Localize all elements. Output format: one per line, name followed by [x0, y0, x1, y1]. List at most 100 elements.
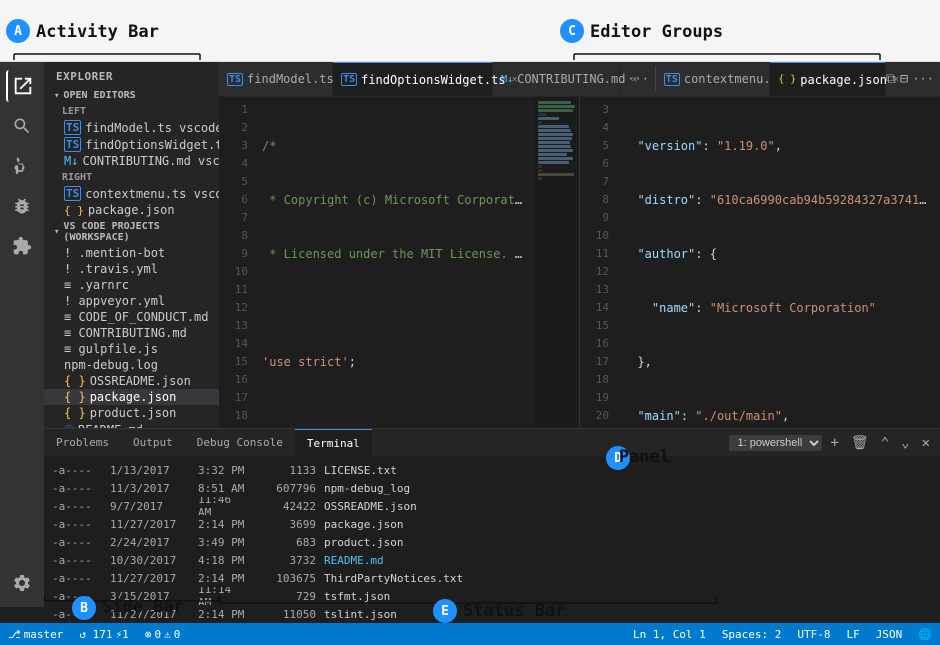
- ts-icon-findmodel: TS: [64, 120, 81, 135]
- branch-icon: ⎇: [8, 628, 21, 641]
- tab-contributing[interactable]: M↓ CONTRIBUTING.md ✕: [493, 62, 621, 96]
- panel-collapse-btn[interactable]: ⌃: [877, 433, 893, 453]
- status-errors[interactable]: ⊗ 0 ⚠ 0: [137, 623, 189, 645]
- branch-name: master: [24, 628, 64, 641]
- status-left: ⎇ master ↺ 171 ⚡1 ⊗ 0 ⚠ 0: [0, 623, 188, 645]
- globe-icon: 🌐: [918, 628, 932, 641]
- ws-mention-bot[interactable]: ! .mention-bot: [44, 245, 219, 261]
- ws-npmdebug[interactable]: npm-debug.log: [44, 357, 219, 373]
- left-tab-bar: TS findModel.ts ✕ TS findOptionsWidget.t…: [219, 62, 940, 97]
- json-icon-ossreadme: { }: [64, 374, 86, 388]
- findmodel-name: findModel.ts vscode/src/vs/...: [85, 121, 219, 135]
- status-line-ending[interactable]: LF: [839, 623, 868, 645]
- json-icon-package: { }: [64, 204, 84, 217]
- json-icon-product: { }: [64, 406, 86, 420]
- status-branch[interactable]: ⎇ master: [0, 623, 71, 645]
- ws-appveyor[interactable]: ! appveyor.yml: [44, 293, 219, 309]
- right-group-label: Right: [44, 169, 219, 185]
- left-group-label: Left: [44, 103, 219, 119]
- terminal-content[interactable]: -a---- 1/13/2017 3:32 PM 1133 LICENSE.tx…: [44, 457, 940, 623]
- open-editor-contributing[interactable]: M↓ CONTRIBUTING.md vscode: [44, 153, 219, 169]
- tab-contributing-close[interactable]: ✕: [629, 72, 639, 87]
- panel-tab-debugconsole[interactable]: Debug Console: [185, 429, 295, 456]
- codeofconduct-label: ≡ CODE_OF_CONDUCT.md: [64, 310, 209, 324]
- open-editor-findmodel[interactable]: TS findModel.ts vscode/src/vs/...: [44, 119, 219, 136]
- packagejson-name: package.json: [88, 203, 175, 217]
- ts-icon-tab-contextmenu: TS: [664, 73, 680, 86]
- toggle-panel-btn[interactable]: ⊟: [900, 71, 908, 87]
- ws-contributing-label: ≡ CONTRIBUTING.md: [64, 326, 187, 340]
- ws-packagejson-label: package.json: [90, 390, 177, 404]
- ws-ossreadme[interactable]: { } OSSREADME.json: [44, 373, 219, 389]
- sync-label: ↺ 171: [79, 628, 112, 641]
- ossreadme-label: OSSREADME.json: [90, 374, 191, 388]
- ws-travis[interactable]: ! .travis.yml: [44, 261, 219, 277]
- panel-trash-btn[interactable]: 🗑: [847, 433, 873, 453]
- tab-packagejson-label: package.json: [800, 73, 887, 87]
- sidebar-header: Explorer: [44, 62, 219, 87]
- contextmenu-name: contextmenu.ts vscode/src/...: [85, 187, 219, 201]
- ws-contributing[interactable]: ≡ CONTRIBUTING.md: [44, 325, 219, 341]
- terminal-select[interactable]: 1: powershell: [729, 435, 822, 451]
- panel-tab-terminal[interactable]: Terminal: [295, 429, 372, 456]
- ws-productjson[interactable]: { } product.json: [44, 405, 219, 421]
- annotation-a-label: Activity Bar: [36, 22, 159, 42]
- open-editor-packagejson[interactable]: { } package.json: [44, 202, 219, 218]
- lang-label: JSON: [876, 628, 903, 641]
- productjson-label: product.json: [90, 406, 177, 420]
- ts-icon-findoptions: TS: [64, 137, 81, 152]
- annotation-c-label: Editor Groups: [590, 22, 723, 42]
- ts-icon-contextmenu: TS: [64, 186, 81, 201]
- open-editor-contextmenu[interactable]: TS contextmenu.ts vscode/src/...: [44, 185, 219, 202]
- md-icon-contributing: M↓: [64, 154, 78, 168]
- terminal-row-4: -a---- 11/27/2017 2:14 PM 3699 package.j…: [52, 515, 932, 533]
- activity-icon-search[interactable]: [6, 110, 38, 142]
- tab-packagejson[interactable]: { } package.json ✕: [770, 62, 886, 96]
- activity-icon-extensions[interactable]: [6, 230, 38, 262]
- ws-gulpfile[interactable]: ≡ gulpfile.js: [44, 341, 219, 357]
- panel-tab-output[interactable]: Output: [121, 429, 185, 456]
- status-lang[interactable]: JSON: [868, 623, 911, 645]
- workspace-chevron: ▾: [54, 227, 59, 237]
- more-actions-btn[interactable]: ···: [912, 72, 934, 86]
- warning-count: 0: [174, 628, 181, 641]
- open-editors-label: Open Editors: [63, 90, 135, 101]
- terminal-row-7: -a---- 11/27/2017 2:14 PM 103675 ThirdPa…: [52, 569, 932, 587]
- activity-icon-settings[interactable]: [6, 567, 38, 599]
- terminal-row-3: -a---- 9/7/2017 11:46 AM 42422 OSSREADME…: [52, 497, 932, 515]
- panel-add-btn[interactable]: +: [826, 433, 842, 453]
- open-editor-findoptions[interactable]: TS findOptionsWidget.ts vsco...: [44, 136, 219, 153]
- tab-contextmenu[interactable]: TS contextmenu.ts: [656, 62, 770, 96]
- panel-expand-btn[interactable]: ⌄: [897, 433, 913, 453]
- panel-close-btn[interactable]: ✕: [918, 433, 934, 453]
- tab-findmodel-label: findModel.ts: [247, 72, 334, 86]
- ws-yarnrc[interactable]: ≡ .yarnrc: [44, 277, 219, 293]
- panel-tabs: Problems Output Debug Console Terminal 1…: [44, 429, 940, 457]
- activity-bar: [0, 62, 44, 607]
- activity-icon-git[interactable]: [6, 150, 38, 182]
- gulpfile-label: ≡ gulpfile.js: [64, 342, 158, 356]
- travis-label: ! .travis.yml: [64, 262, 158, 276]
- tab-findoptionswidget[interactable]: TS findOptionsWidget.ts ✕: [333, 62, 493, 96]
- line-ending-label: LF: [847, 628, 860, 641]
- workspace-group[interactable]: ▾ VS Code Projects (Workspace): [44, 218, 219, 245]
- ws-codeofconduct[interactable]: ≡ CODE_OF_CONDUCT.md: [44, 309, 219, 325]
- status-spaces[interactable]: Spaces: 2: [714, 623, 790, 645]
- ts-icon-tab-findoptions: TS: [341, 73, 357, 86]
- status-globe[interactable]: 🌐: [910, 623, 940, 645]
- activity-icon-explorer[interactable]: [6, 70, 38, 102]
- terminal-row-9: -a---- 11/27/2017 2:14 PM 11050 tslint.j…: [52, 605, 932, 623]
- activity-icon-debug[interactable]: [6, 190, 38, 222]
- tab-packagejson-close[interactable]: ✕: [891, 72, 901, 87]
- open-editors-group[interactable]: ▾ Open Editors: [44, 87, 219, 103]
- json-icon-tab-package: { }: [778, 74, 796, 85]
- ws-packagejson[interactable]: { } package.json: [44, 389, 219, 405]
- tab-findmodel[interactable]: TS findModel.ts ✕: [219, 62, 333, 96]
- panel-tab-problems[interactable]: Problems: [44, 429, 121, 456]
- status-encoding[interactable]: UTF-8: [789, 623, 838, 645]
- status-ln-col[interactable]: Ln 1, Col 1: [625, 623, 714, 645]
- workspace-label: VS Code Projects (Workspace): [63, 221, 211, 243]
- terminal-row-1: -a---- 1/13/2017 3:32 PM 1133 LICENSE.tx…: [52, 461, 932, 479]
- status-sync[interactable]: ↺ 171 ⚡1: [71, 623, 136, 645]
- open-editors-chevron: ▾: [54, 91, 59, 101]
